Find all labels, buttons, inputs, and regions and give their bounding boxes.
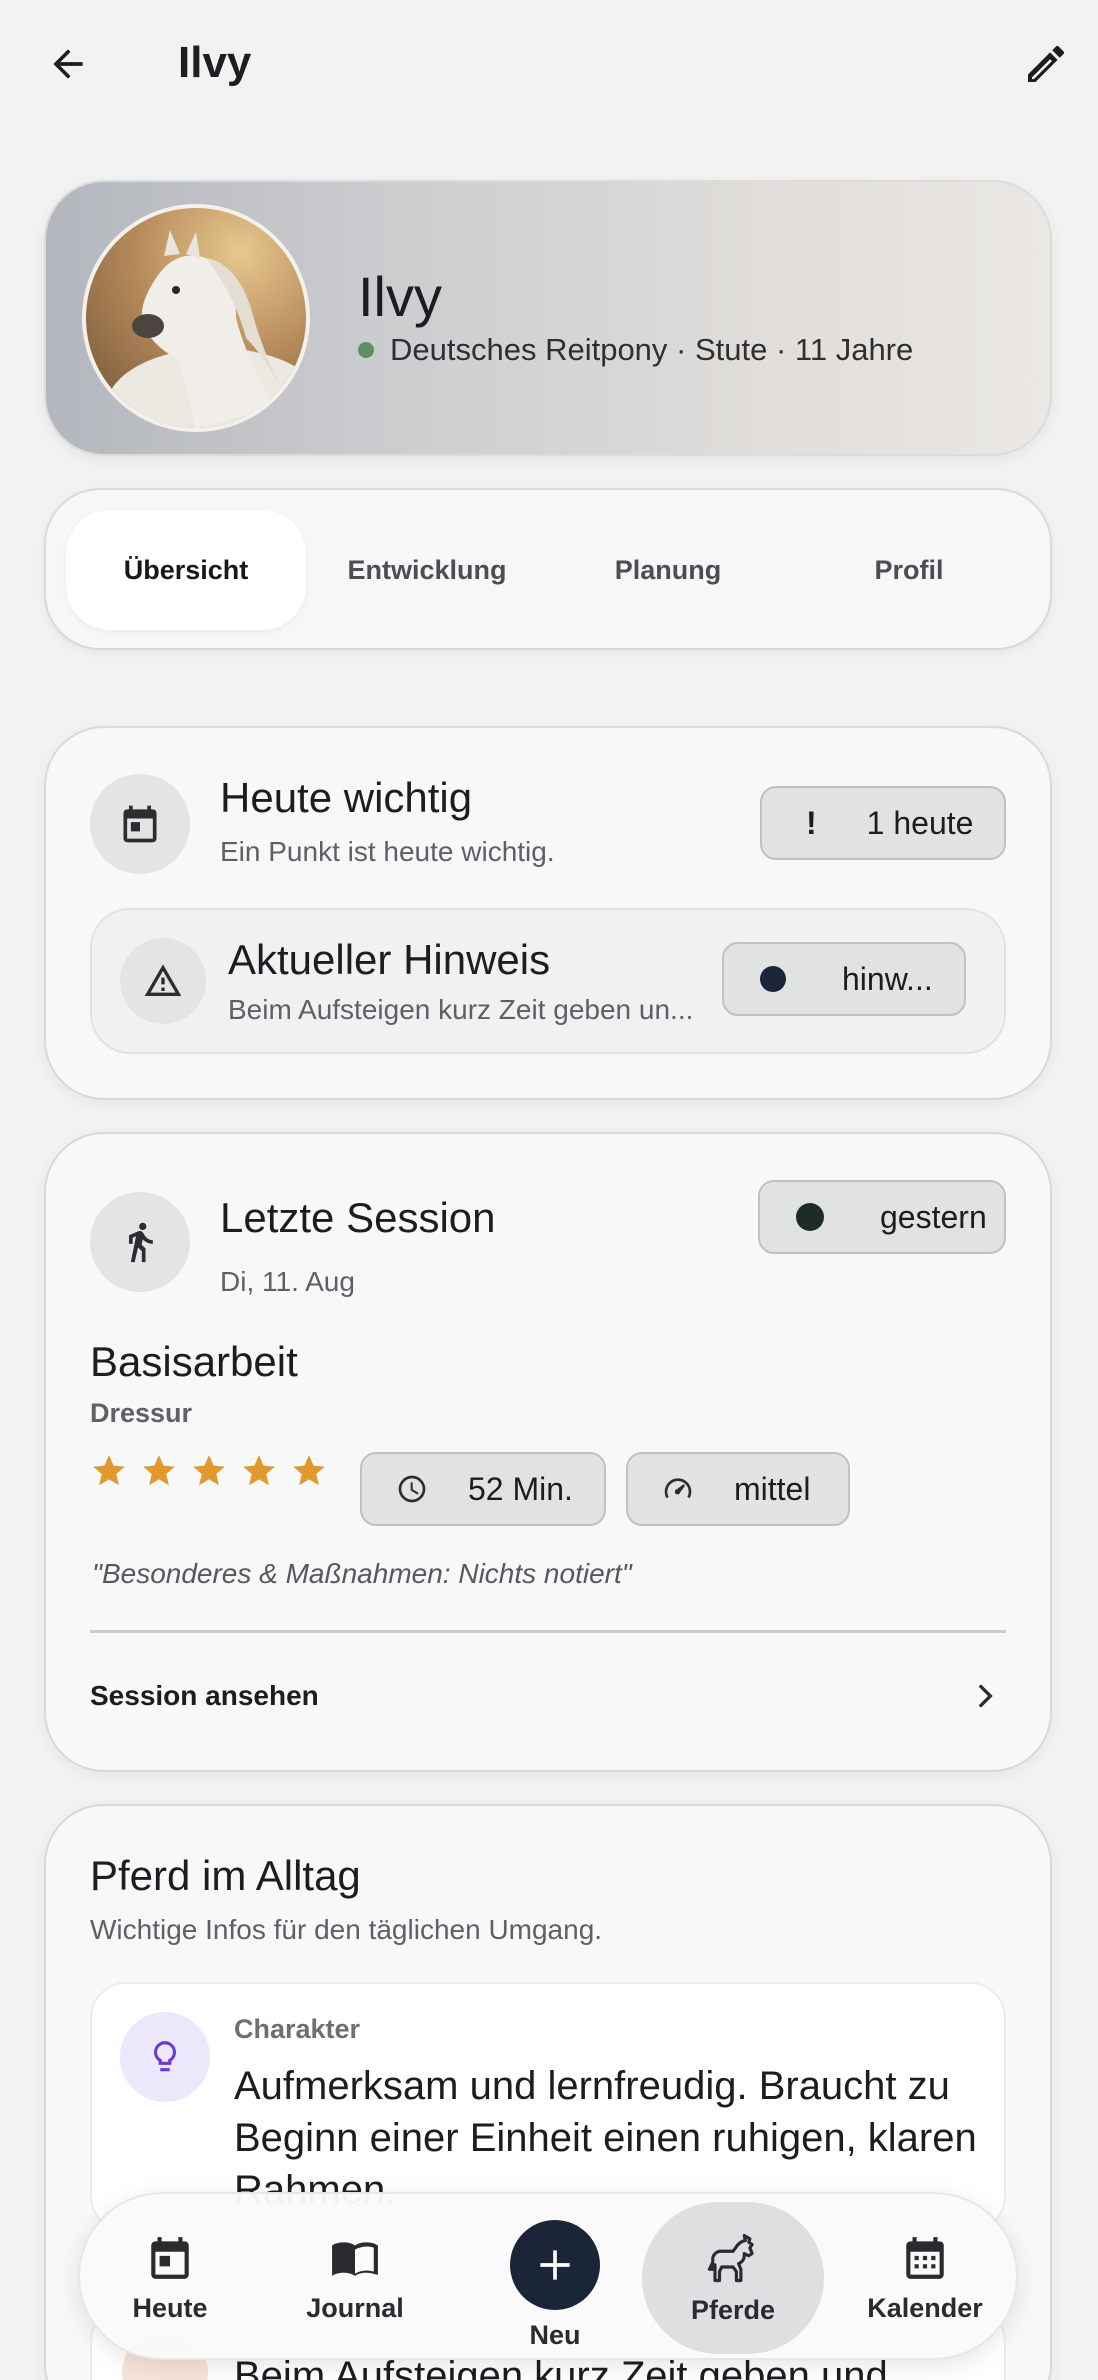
rating-stars <box>90 1452 328 1490</box>
dot-icon <box>796 1203 824 1231</box>
edit-button[interactable] <box>1018 36 1074 92</box>
tab-bar: Übersicht Entwicklung Planung Profil <box>44 488 1052 650</box>
bottom-nav: Heute Journal Neu Pferde Kalender <box>78 2192 1018 2360</box>
today-subtitle: Ein Punkt ist heute wichtig. <box>220 836 555 867</box>
session-when-label: gestern <box>880 1198 987 1235</box>
session-date: Di, 11. Aug <box>220 1266 355 1297</box>
nav-journal-label: Journal <box>306 2292 404 2323</box>
everyday-subtitle: Wichtige Infos für den täglichen Umgang. <box>90 1914 603 1945</box>
calendar-grid-icon <box>906 2236 944 2279</box>
nav-heute-label: Heute <box>132 2292 208 2323</box>
everyday-title: Pferd im Alltag <box>90 1852 361 1899</box>
book-icon <box>332 2241 378 2276</box>
duration-label: 52 Min. <box>468 1470 573 1507</box>
horse-details: Deutsches Reitpony · Stute · 11 Jahre <box>358 332 913 368</box>
pencil-icon <box>1028 45 1064 82</box>
calendar-icon <box>90 774 190 874</box>
tab-profil[interactable]: Profil <box>789 510 1029 630</box>
clock-icon <box>398 1475 426 1503</box>
nav-neu[interactable]: Neu <box>480 2194 630 2362</box>
horse-hero-card: Ilvy Deutsches Reitpony · Stute · 11 Jah… <box>44 180 1052 456</box>
divider <box>90 1630 1006 1633</box>
today-important-card: Heute wichtig Ein Punkt ist heute wichti… <box>44 726 1052 1100</box>
calendar-day-icon <box>151 2236 189 2279</box>
nav-heute[interactable]: Heute <box>100 2194 240 2362</box>
view-session-label: Session ansehen <box>90 1680 319 1711</box>
horse-details-text: Deutsches Reitpony · Stute · 11 Jahre <box>390 332 914 367</box>
star-icon <box>293 1455 325 1486</box>
star-icon <box>193 1455 225 1486</box>
today-count-label: 1 heute <box>866 804 974 841</box>
star-icon <box>93 1455 125 1486</box>
notice-badge-label: hinw... <box>842 960 933 997</box>
warning-icon <box>120 938 206 1024</box>
star-icon <box>243 1455 275 1486</box>
tab-uebersicht[interactable]: Übersicht <box>66 510 306 630</box>
tab-entwicklung[interactable]: Entwicklung <box>307 510 547 630</box>
current-notice[interactable]: Aktueller Hinweis Beim Aufsteigen kurz Z… <box>90 908 1006 1054</box>
horse-name: Ilvy <box>358 265 442 328</box>
nav-neu-label: Neu <box>529 2319 581 2350</box>
intensity-label: mittel <box>734 1470 811 1507</box>
nav-pferde-label: Pferde <box>690 2294 776 2325</box>
intensity-badge: mittel <box>626 1452 850 1526</box>
horse-avatar <box>82 204 310 432</box>
notice-text: Beim Aufsteigen kurz Zeit geben un... <box>228 994 694 1025</box>
nav-journal[interactable]: Journal <box>280 2194 430 2362</box>
notice-badge: hinw... <box>722 942 966 1016</box>
nav-kalender-label: Kalender <box>867 2292 983 2323</box>
dot-icon <box>760 966 786 992</box>
character-label: Charakter <box>234 2014 361 2044</box>
session-title: Basisarbeit <box>90 1338 298 1385</box>
today-title: Heute wichtig <box>220 774 473 821</box>
back-button[interactable] <box>40 38 96 90</box>
session-section-title: Letzte Session <box>220 1194 496 1241</box>
page-title: Ilvy <box>178 38 252 87</box>
status-dot-icon <box>358 342 374 358</box>
session-when-badge: gestern <box>758 1180 1006 1254</box>
duration-badge: 52 Min. <box>360 1452 606 1526</box>
notice-title: Aktueller Hinweis <box>228 936 551 983</box>
nav-kalender[interactable]: Kalender <box>850 2194 1000 2362</box>
exclamation-icon: ! <box>806 804 817 841</box>
view-session-link[interactable]: Session ansehen <box>90 1650 1006 1742</box>
session-discipline: Dressur <box>90 1398 193 1428</box>
arrow-left-icon <box>53 49 83 79</box>
tab-planung[interactable]: Planung <box>548 510 788 630</box>
running-person-icon <box>90 1192 190 1292</box>
nav-pferde[interactable]: Pferde <box>642 2194 824 2362</box>
lightbulb-head-icon <box>120 2012 210 2102</box>
top-bar: Ilvy <box>0 0 1098 128</box>
gauge-icon <box>664 1478 692 1499</box>
session-note: "Besonderes & Maßnahmen: Nichts notiert" <box>92 1558 632 1589</box>
star-icon <box>143 1455 175 1486</box>
last-session-card: Letzte Session Di, 11. Aug gestern Basis… <box>44 1132 1052 1772</box>
plus-icon <box>510 2219 600 2310</box>
horse-icon <box>707 2233 754 2282</box>
chevron-right-icon <box>978 1684 993 1708</box>
today-count-badge: ! 1 heute <box>760 786 1006 860</box>
